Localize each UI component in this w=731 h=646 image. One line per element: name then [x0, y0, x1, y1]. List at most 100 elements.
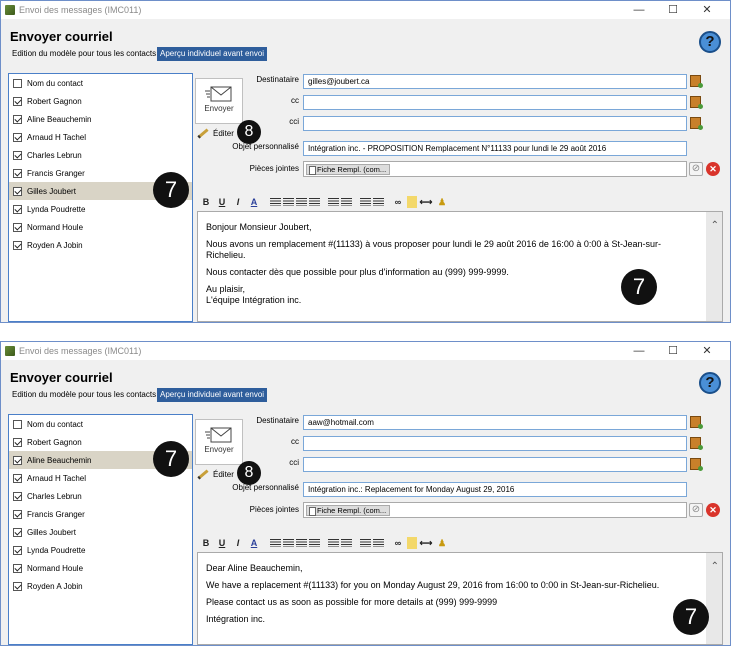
- address-book-icon[interactable]: [690, 416, 703, 429]
- font-color-button[interactable]: A: [247, 537, 261, 549]
- indent-icon[interactable]: [373, 539, 384, 547]
- contact-row[interactable]: Charles Lebrun: [9, 146, 192, 164]
- align-center-icon[interactable]: [283, 198, 294, 206]
- delete-attachment-icon[interactable]: ✕: [706, 162, 720, 176]
- contact-row[interactable]: Robert Gagnon: [9, 92, 192, 110]
- link-icon[interactable]: ∞: [391, 537, 405, 549]
- scroll-up-icon[interactable]: ⌃: [711, 561, 719, 572]
- message-body-editor[interactable]: ⌃ Bonjour Monsieur Joubert, Nous avons un …: [197, 211, 723, 322]
- contact-checkbox[interactable]: [13, 545, 22, 555]
- address-book-icon[interactable]: [690, 117, 703, 130]
- contact-checkbox[interactable]: [13, 455, 22, 465]
- close-icon[interactable]: ✕: [690, 342, 724, 360]
- contact-checkbox[interactable]: [13, 132, 22, 142]
- address-book-icon[interactable]: [690, 75, 703, 88]
- italic-button[interactable]: I: [231, 537, 245, 549]
- contact-checkbox[interactable]: [13, 114, 22, 124]
- stamp-icon[interactable]: ♟: [435, 537, 449, 549]
- attachment-chip[interactable]: Fiche Rempl. (com...: [306, 505, 391, 516]
- contact-list-header[interactable]: Nom du contact: [9, 74, 192, 92]
- address-book-icon[interactable]: [690, 437, 703, 450]
- contact-row[interactable]: Francis Granger: [9, 505, 192, 523]
- subject-field[interactable]: Intégration inc. - PROPOSITION Remplacem…: [303, 141, 687, 156]
- contact-checkbox[interactable]: [13, 78, 22, 88]
- contact-checkbox[interactable]: [13, 437, 22, 447]
- bold-button[interactable]: B: [199, 196, 213, 208]
- indent-icon[interactable]: [373, 198, 384, 206]
- delete-attachment-icon[interactable]: ✕: [706, 503, 720, 517]
- attachments-field[interactable]: Fiche Rempl. (com...: [303, 502, 687, 518]
- contact-checkbox[interactable]: [13, 150, 22, 160]
- bold-button[interactable]: B: [199, 537, 213, 549]
- contact-row[interactable]: Royden A Jobin: [9, 577, 192, 595]
- contact-list-header[interactable]: Nom du contact: [9, 415, 192, 433]
- contact-checkbox[interactable]: [13, 581, 22, 591]
- numbered-list-icon[interactable]: [328, 198, 339, 206]
- tab-template-edit[interactable]: Edition du modèle pour tous les contacts: [9, 388, 159, 402]
- contact-row[interactable]: Normand Houle: [9, 218, 192, 236]
- contact-checkbox[interactable]: [13, 563, 22, 573]
- edit-button[interactable]: Éditer: [197, 467, 234, 481]
- stamp-icon[interactable]: ♟: [435, 196, 449, 208]
- image-icon[interactable]: [407, 196, 417, 208]
- contact-checkbox[interactable]: [13, 473, 22, 483]
- paperclip-icon[interactable]: ⊘: [689, 162, 703, 176]
- contact-row[interactable]: Lynda Poudrette: [9, 541, 192, 559]
- align-justify-icon[interactable]: [309, 198, 320, 206]
- image-icon[interactable]: [407, 537, 417, 549]
- underline-button[interactable]: U: [215, 196, 229, 208]
- contact-checkbox[interactable]: [13, 222, 22, 232]
- contact-row[interactable]: Gilles Joubert: [9, 523, 192, 541]
- bullet-list-icon[interactable]: [341, 539, 352, 547]
- recipient-field[interactable]: gilles@joubert.ca: [303, 74, 687, 89]
- outdent-icon[interactable]: [360, 198, 371, 206]
- paperclip-icon[interactable]: ⊘: [689, 503, 703, 517]
- contact-checkbox[interactable]: [13, 491, 22, 501]
- contact-checkbox[interactable]: [13, 527, 22, 537]
- address-book-icon[interactable]: [690, 458, 703, 471]
- contact-row[interactable]: Aline Beauchemin: [9, 110, 192, 128]
- tab-template-edit[interactable]: Edition du modèle pour tous les contacts: [9, 47, 159, 61]
- underline-button[interactable]: U: [215, 537, 229, 549]
- cc-field[interactable]: [303, 95, 687, 110]
- close-icon[interactable]: ✕: [690, 1, 724, 19]
- align-right-icon[interactable]: [296, 539, 307, 547]
- minimize-icon[interactable]: —: [622, 342, 656, 360]
- contact-checkbox[interactable]: [13, 419, 22, 429]
- edit-button[interactable]: Éditer: [197, 126, 234, 140]
- cc-field[interactable]: [303, 436, 687, 451]
- recipient-field[interactable]: aaw@hotmail.com: [303, 415, 687, 430]
- contact-checkbox[interactable]: [13, 168, 22, 178]
- maximize-icon[interactable]: ☐: [656, 1, 690, 19]
- bcc-field[interactable]: [303, 457, 687, 472]
- minimize-icon[interactable]: —: [622, 1, 656, 19]
- contact-checkbox[interactable]: [13, 509, 22, 519]
- numbered-list-icon[interactable]: [328, 539, 339, 547]
- contact-row[interactable]: Charles Lebrun: [9, 487, 192, 505]
- contact-checkbox[interactable]: [13, 186, 22, 196]
- contact-checkbox[interactable]: [13, 96, 22, 106]
- bullet-list-icon[interactable]: [341, 198, 352, 206]
- italic-button[interactable]: I: [231, 196, 245, 208]
- scroll-up-icon[interactable]: ⌃: [711, 220, 719, 231]
- horizontal-rule-icon[interactable]: ⟷: [419, 537, 433, 549]
- align-justify-icon[interactable]: [309, 539, 320, 547]
- align-center-icon[interactable]: [283, 539, 294, 547]
- outdent-icon[interactable]: [360, 539, 371, 547]
- contact-row[interactable]: Normand Houle: [9, 559, 192, 577]
- font-color-button[interactable]: A: [247, 196, 261, 208]
- contact-row[interactable]: Arnaud H Tachel: [9, 128, 192, 146]
- bcc-field[interactable]: [303, 116, 687, 131]
- contact-checkbox[interactable]: [13, 204, 22, 214]
- tab-individual-preview[interactable]: Aperçu individuel avant envoi: [157, 388, 268, 402]
- tab-individual-preview[interactable]: Aperçu individuel avant envoi: [157, 47, 268, 61]
- subject-field[interactable]: Intégration inc.: Replacement for Monday…: [303, 482, 687, 497]
- align-left-icon[interactable]: [270, 539, 281, 547]
- align-right-icon[interactable]: [296, 198, 307, 206]
- link-icon[interactable]: ∞: [391, 196, 405, 208]
- maximize-icon[interactable]: ☐: [656, 342, 690, 360]
- attachments-field[interactable]: Fiche Rempl. (com...: [303, 161, 687, 177]
- address-book-icon[interactable]: [690, 96, 703, 109]
- align-left-icon[interactable]: [270, 198, 281, 206]
- contact-checkbox[interactable]: [13, 240, 22, 250]
